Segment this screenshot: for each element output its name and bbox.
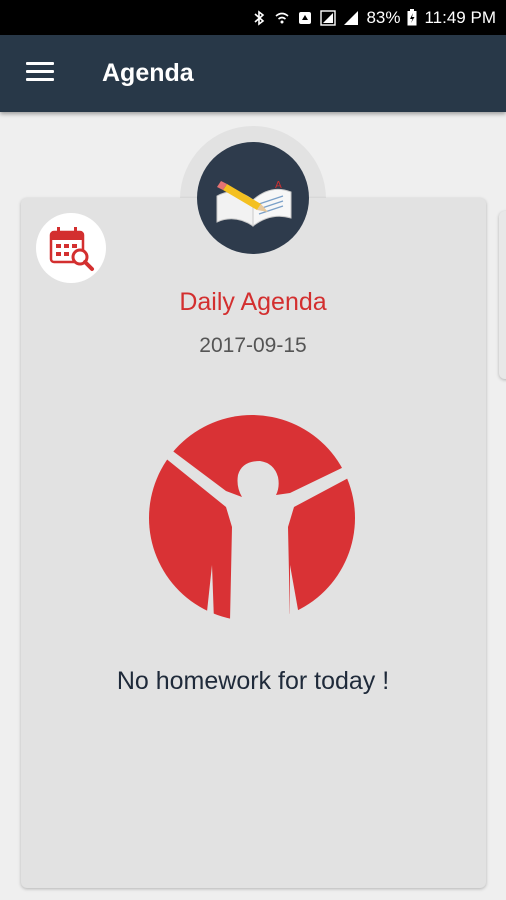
signal-box-icon	[320, 9, 337, 26]
wifi-calling-icon	[275, 12, 289, 23]
battery-icon	[407, 9, 417, 26]
book-pencil-icon: A	[197, 142, 309, 254]
agenda-date: 2017-09-15	[199, 334, 307, 357]
page-title: Agenda	[102, 59, 194, 87]
empty-state-message: No homework for today !	[116, 667, 390, 695]
card-title: Daily Agenda	[179, 288, 327, 316]
menu-icon[interactable]	[26, 62, 54, 84]
cell-signal-icon	[344, 10, 359, 25]
notification-icon	[299, 11, 312, 24]
celebrating-person-icon	[140, 415, 364, 621]
calendar-search-icon[interactable]	[36, 213, 106, 283]
bluetooth-icon	[254, 9, 265, 26]
status-bar: 83% 11:49 PM	[0, 0, 506, 35]
clock: 11:49 PM	[424, 7, 496, 27]
svg-text:A: A	[275, 180, 282, 191]
battery-percent: 83%	[366, 7, 401, 27]
app-bar: Agenda	[0, 35, 506, 112]
